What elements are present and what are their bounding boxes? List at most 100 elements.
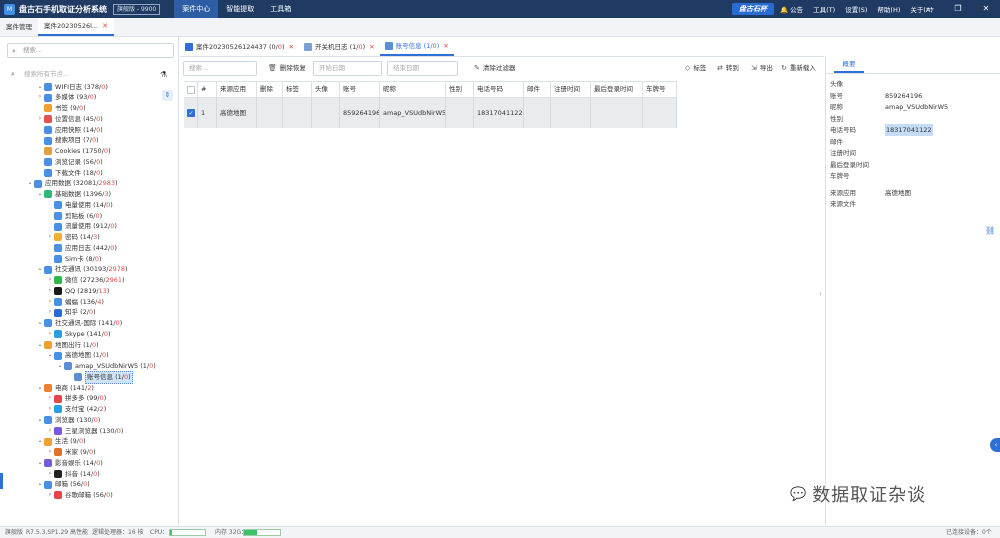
- tree-node[interactable]: 流量使用 (912/0): [46, 221, 117, 232]
- chevron-down-icon[interactable]: ⌄: [36, 318, 44, 329]
- row-checkbox[interactable]: ✓: [187, 109, 195, 117]
- tree-node[interactable]: › 米家 (9/0): [46, 447, 96, 458]
- tree-node[interactable]: ⌄ 生活 (9/0): [36, 436, 86, 447]
- tree-node[interactable]: 账号信息 (1/0): [66, 370, 133, 384]
- tree-node[interactable]: › 微信 (27236/2961): [46, 275, 125, 286]
- header-cell[interactable]: 注册时间: [551, 82, 591, 97]
- tree-node[interactable]: 剪贴板 (6/0): [46, 211, 102, 222]
- tree-node[interactable]: › 位置信息 (45/0): [36, 114, 103, 125]
- tree-node[interactable]: ⌄ 基础数据 (1396/3): [36, 189, 111, 200]
- tree-node[interactable]: 搜索项目 (7/0): [36, 135, 99, 146]
- detail-value[interactable]: 18317041122: [885, 124, 933, 136]
- header-cell[interactable]: 删除: [257, 82, 283, 97]
- header-cell[interactable]: 邮件: [524, 82, 551, 97]
- sidebar-search-input[interactable]: ⌕ 搜索...: [7, 43, 174, 58]
- tree-node[interactable]: Cookies (1750/0): [36, 146, 111, 157]
- tree-node[interactable]: › 密码 (14/3): [46, 232, 100, 243]
- header-cell[interactable]: 账号: [340, 82, 380, 97]
- tree-node[interactable]: ⌄ 电商 (141/2): [36, 383, 94, 394]
- table-search-input[interactable]: 搜索...: [183, 61, 257, 76]
- chevron-right-icon[interactable]: ›: [36, 92, 44, 103]
- chevron-right-icon[interactable]: ›: [46, 447, 54, 458]
- tree-node[interactable]: 下载文件 (18/0): [36, 168, 103, 179]
- tree-node[interactable]: ⌄ 应用数据 (32081/2983): [26, 178, 118, 189]
- menu-settings[interactable]: 设置(S): [845, 4, 867, 14]
- tree-node[interactable]: › 多媒体 (93/0): [36, 92, 96, 103]
- chevron-down-icon[interactable]: ⌄: [26, 178, 34, 189]
- tree-search-input[interactable]: ⌕ 搜索所有节点...: [7, 68, 167, 81]
- chevron-right-icon[interactable]: ›: [46, 469, 54, 480]
- tree-node[interactable]: ⌄ 邮箱 (56/0): [36, 479, 90, 490]
- tab-case-management[interactable]: 案件管理: [0, 18, 38, 36]
- tree-node[interactable]: 书签 (9/0): [36, 103, 86, 114]
- chevron-down-icon[interactable]: ⌄: [36, 264, 44, 275]
- header-cell[interactable]: 来源应用: [217, 82, 257, 97]
- close-tab-icon[interactable]: ✕: [443, 36, 448, 56]
- tree-node[interactable]: ⌄ 高德地图 (1/0): [46, 350, 109, 361]
- tab-power-log[interactable]: 开关机日志 (1/0) ✕: [299, 37, 380, 56]
- tree-node[interactable]: ⌄ 浏览器 (130/0): [36, 415, 100, 426]
- tree-node[interactable]: ⌄ WIFI日志 (378/0): [36, 82, 108, 93]
- tab-case-current[interactable]: 案件20230526l... ✕: [38, 18, 114, 36]
- chevron-down-icon[interactable]: ⌄: [36, 436, 44, 447]
- close-icon[interactable]: ✕: [972, 0, 1000, 18]
- header-select-all[interactable]: [184, 82, 198, 97]
- minimize-icon[interactable]: —: [916, 0, 944, 18]
- detail-value[interactable]: 高德地图: [885, 187, 911, 199]
- chevron-right-icon[interactable]: ›: [46, 275, 54, 286]
- header-cell[interactable]: 车牌号: [643, 82, 677, 97]
- chevron-right-icon[interactable]: ›: [46, 286, 54, 297]
- left-edge-handle[interactable]: [0, 473, 3, 489]
- reload-button[interactable]: ↻ 重新载入: [781, 61, 816, 76]
- header-cell[interactable]: 电话号码: [474, 82, 524, 97]
- detail-value[interactable]: amap_VSUdbNirW5: [885, 101, 948, 113]
- tree-node[interactable]: › 谷歌邮箱 (56/0): [46, 490, 113, 501]
- detail-value[interactable]: 859264196: [885, 90, 922, 102]
- tab-case-root[interactable]: 案件20230526124437 (0/0) ✕: [180, 37, 299, 56]
- close-tab-icon[interactable]: ✕: [102, 17, 108, 36]
- tree-node[interactable]: › Skype (141/0): [46, 329, 111, 340]
- tree-node[interactable]: › QQ (2819/13): [46, 286, 109, 297]
- tree-node[interactable]: 电量使用 (14/0): [46, 200, 113, 211]
- header-cell[interactable]: 最后登录时间: [591, 82, 643, 97]
- chevron-down-icon[interactable]: ⌄: [36, 458, 44, 469]
- chevron-down-icon[interactable]: ⌄: [36, 415, 44, 426]
- tree-node[interactable]: ⌄ 地图出行 (1/0): [36, 340, 99, 351]
- chevron-right-icon[interactable]: ›: [46, 393, 54, 404]
- chevron-down-icon[interactable]: ⌄: [56, 361, 64, 372]
- menu-smart-extract[interactable]: 智能提取: [218, 0, 262, 18]
- chevron-right-icon[interactable]: ›: [46, 426, 54, 437]
- header-cell[interactable]: 昵称: [380, 82, 446, 97]
- chevron-right-icon[interactable]: ›: [46, 329, 54, 340]
- tree-node[interactable]: 浏览记录 (56/0): [36, 157, 103, 168]
- chevron-right-icon[interactable]: ›: [46, 490, 54, 501]
- chevron-right-icon[interactable]: ›: [46, 404, 54, 415]
- restore-icon[interactable]: ❐: [944, 0, 972, 18]
- tree-node[interactable]: ⌄ 社交通讯 (30193/2978): [36, 264, 128, 275]
- tree-node[interactable]: › 三星浏览器 (130/0): [46, 426, 123, 437]
- tree-node[interactable]: › 抖音 (14/0): [46, 469, 100, 480]
- end-date-input[interactable]: 结束日期: [387, 61, 458, 76]
- chevron-right-icon[interactable]: ›: [46, 307, 54, 318]
- tree-node[interactable]: 应用快照 (14/0): [36, 125, 103, 136]
- close-tab-icon[interactable]: ✕: [369, 37, 374, 57]
- menu-help[interactable]: 帮助(H): [877, 4, 900, 14]
- header-cell[interactable]: 性别: [446, 82, 474, 97]
- tree-node[interactable]: › 支付宝 (42/2): [46, 404, 106, 415]
- tab-summary[interactable]: 概要: [834, 56, 864, 73]
- chevron-down-icon[interactable]: ⌄: [36, 479, 44, 490]
- chevron-down-icon[interactable]: ⌄: [36, 189, 44, 200]
- chevron-right-icon[interactable]: ›: [46, 232, 54, 243]
- link-icon[interactable]: ⛓: [985, 226, 995, 235]
- clear-filter-button[interactable]: ✎ 清除过滤器: [474, 61, 515, 76]
- tree-node[interactable]: › 拼多多 (99/0): [46, 393, 106, 404]
- tab-account-info[interactable]: 账号信息 (1/0) ✕: [379, 36, 454, 56]
- expand-panel-button[interactable]: ‹: [990, 438, 1000, 452]
- tag-button[interactable]: ◇ 标签: [685, 61, 706, 76]
- menu-toolbox[interactable]: 工具箱: [262, 0, 299, 18]
- tree-node[interactable]: ⌄ 社交通讯-国际 (141/0): [36, 318, 122, 329]
- export-button[interactable]: ⇲ 导出: [751, 61, 773, 76]
- header-cell[interactable]: #: [198, 82, 217, 97]
- tree-node[interactable]: › 蝙蝠 (136/4): [46, 297, 104, 308]
- chevron-down-icon[interactable]: ⌄: [36, 340, 44, 351]
